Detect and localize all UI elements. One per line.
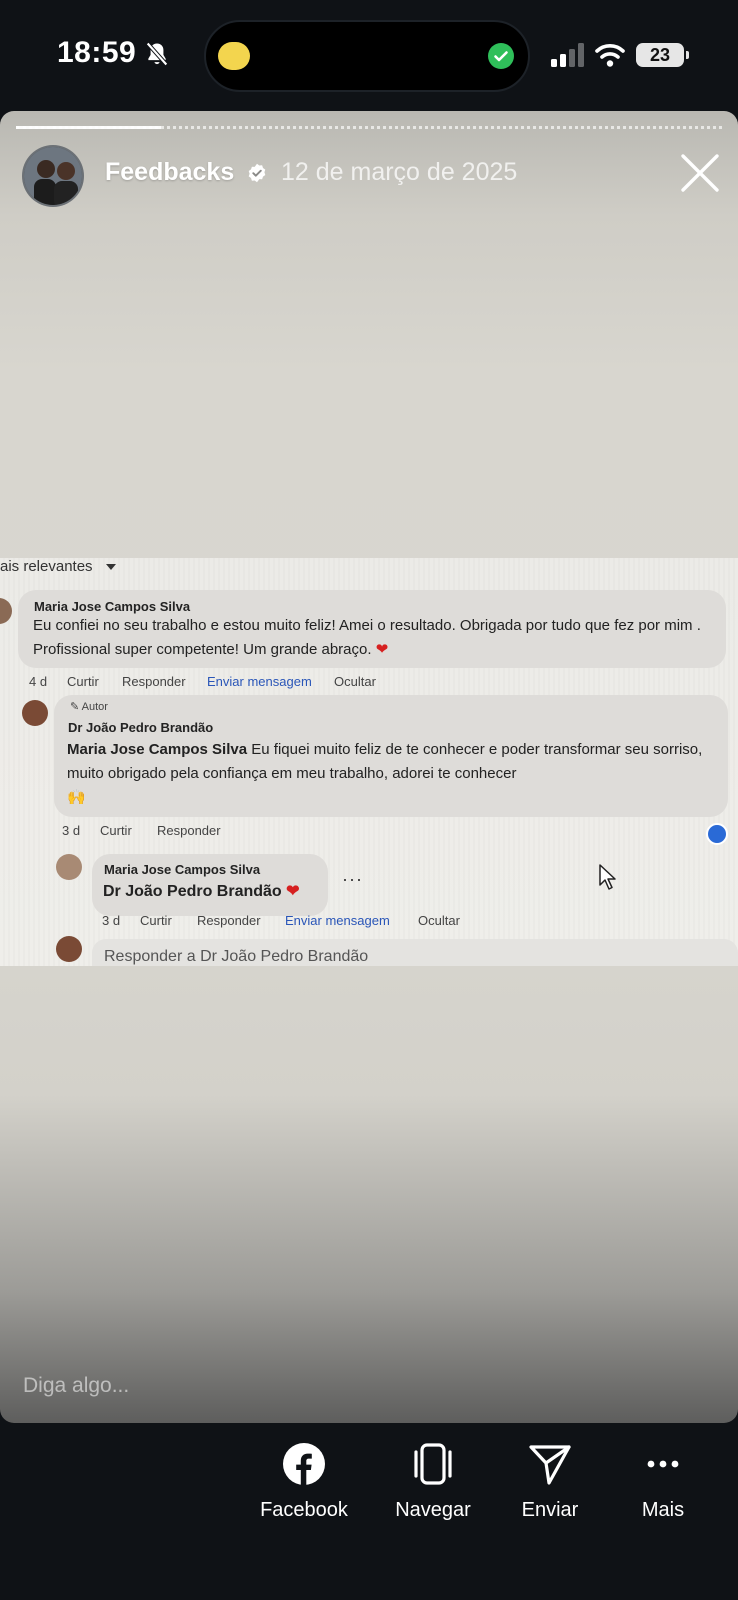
handshake-app-icon bbox=[218, 42, 250, 70]
mention: Maria Jose Campos Silva bbox=[67, 741, 248, 758]
story-author[interactable]: Feedbacks bbox=[105, 158, 234, 187]
avatar bbox=[0, 598, 12, 624]
mouse-cursor-icon bbox=[599, 864, 616, 890]
battery-tip bbox=[686, 51, 689, 59]
comment-author: Dr João Pedro Brandão bbox=[68, 720, 214, 735]
heart-icon: ❤ bbox=[286, 883, 300, 900]
story-media-photo: ais relevantes Maria Jose Campos Silva E… bbox=[0, 558, 738, 966]
cellular-signal-icon bbox=[551, 43, 584, 67]
reply-placeholder: Responder a Dr João Pedro Brandão bbox=[104, 948, 369, 965]
like-link: Curtir bbox=[100, 823, 132, 838]
like-link: Curtir bbox=[140, 913, 172, 928]
send-message-link: Enviar mensagem bbox=[285, 913, 390, 928]
check-icon bbox=[488, 43, 514, 69]
story-reply-input[interactable]: Diga algo... bbox=[23, 1374, 129, 1398]
facebook-button[interactable]: Facebook bbox=[244, 1441, 364, 1541]
clock: 18:59 bbox=[57, 36, 137, 69]
caret-down-icon bbox=[106, 564, 116, 570]
send-label: Enviar bbox=[521, 1499, 579, 1521]
avatar bbox=[56, 854, 82, 880]
comment-time: 3 d bbox=[102, 913, 121, 928]
author-badge: ✎ Autor bbox=[70, 701, 108, 713]
story-viewer[interactable]: Feedbacks 12 de março de 2025 ais releva… bbox=[0, 111, 738, 1423]
like-link: Curtir bbox=[67, 674, 99, 689]
comment-time: 3 d bbox=[62, 823, 81, 838]
status-bar: 18:59 23 bbox=[0, 0, 738, 108]
more-options-icon: ··· bbox=[342, 869, 363, 889]
verified-badge-icon bbox=[248, 163, 266, 183]
bell-muted-icon bbox=[146, 42, 168, 66]
send-icon bbox=[529, 1445, 571, 1485]
comment-author: Maria Jose Campos Silva bbox=[104, 862, 261, 877]
more-icon bbox=[647, 1460, 679, 1468]
like-reaction-icon bbox=[706, 823, 728, 845]
hide-link: Ocultar bbox=[334, 674, 376, 689]
comment-text: Maria Jose Campos Silva Eu fiquei muito … bbox=[67, 741, 703, 806]
reply-link: Responder bbox=[157, 823, 221, 838]
dynamic-island bbox=[204, 20, 530, 92]
avatar-photo bbox=[24, 147, 82, 205]
battery-indicator: 23 bbox=[636, 43, 684, 67]
browse-icon bbox=[414, 1443, 452, 1485]
sort-label: ais relevantes bbox=[0, 558, 93, 575]
avatar bbox=[56, 936, 82, 962]
more-button[interactable]: Mais bbox=[603, 1441, 723, 1541]
close-icon[interactable] bbox=[680, 153, 720, 193]
facebook-label: Facebook bbox=[260, 1499, 348, 1521]
comment-time: 4 d bbox=[29, 674, 48, 689]
comment-text: Eu confiei no seu trabalho e estou muito… bbox=[33, 617, 701, 658]
reply-link: Responder bbox=[122, 674, 186, 689]
story-progress-fill bbox=[16, 126, 161, 129]
more-label: Mais bbox=[641, 1499, 685, 1521]
avatar bbox=[22, 700, 48, 726]
browse-button[interactable]: Navegar bbox=[373, 1441, 493, 1541]
avatar[interactable] bbox=[22, 145, 84, 207]
facebook-icon bbox=[283, 1443, 325, 1485]
story-date: 12 de março de 2025 bbox=[281, 158, 518, 186]
send-message-link: Enviar mensagem bbox=[207, 674, 312, 689]
hide-link: Ocultar bbox=[418, 913, 460, 928]
browse-label: Navegar bbox=[395, 1499, 471, 1521]
comment-author: Maria Jose Campos Silva bbox=[34, 599, 191, 614]
heart-icon: ❤ bbox=[375, 641, 389, 658]
reply-link: Responder bbox=[197, 913, 261, 928]
comment-text: Dr João Pedro Brandão ❤ bbox=[103, 883, 300, 900]
send-button[interactable]: Enviar bbox=[490, 1441, 610, 1541]
bottom-action-bar: Facebook Navegar Enviar Mais bbox=[0, 1423, 738, 1600]
wifi-icon bbox=[595, 44, 625, 67]
